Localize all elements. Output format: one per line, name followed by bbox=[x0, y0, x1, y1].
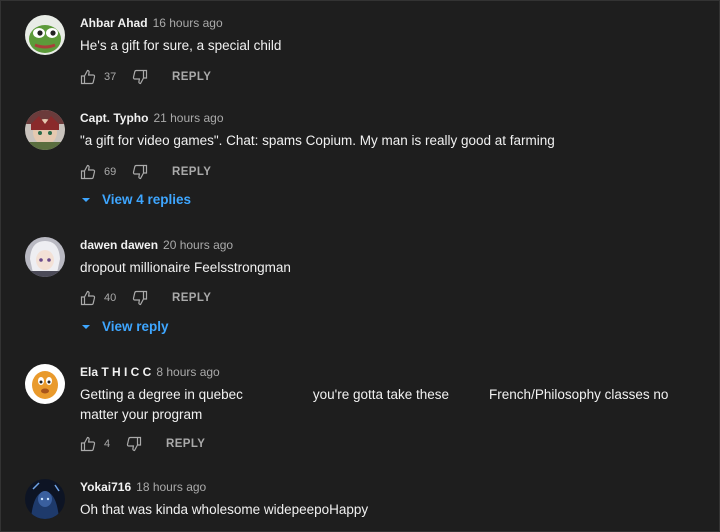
comment-actions: 37 REPLY bbox=[80, 69, 211, 85]
comment-meta: Ela T H I C C 8 hours ago bbox=[80, 364, 220, 380]
dark-blue-character-icon bbox=[25, 479, 65, 519]
comment-author[interactable]: Ahbar Ahad bbox=[80, 16, 148, 30]
thumbs-down-icon[interactable] bbox=[132, 164, 148, 180]
comment-text: "a gift for video games". Chat: spams Co… bbox=[80, 133, 555, 148]
comment-meta: Ahbar Ahad 16 hours ago bbox=[80, 15, 223, 31]
comment-actions: 4 REPLY bbox=[80, 436, 205, 452]
comment-text: Oh that was kinda wholesome widepeepoHap… bbox=[80, 502, 369, 517]
reply-button[interactable]: REPLY bbox=[172, 292, 211, 304]
view-replies-button[interactable]: View reply bbox=[80, 319, 169, 334]
comment-author[interactable]: dawen dawen bbox=[80, 238, 158, 252]
view-replies-button[interactable]: View 4 replies bbox=[80, 192, 191, 207]
comment-text-line2: matter your program bbox=[80, 407, 203, 422]
avatar[interactable] bbox=[25, 479, 65, 519]
like-count: 69 bbox=[104, 166, 117, 178]
thumbs-up-icon[interactable] bbox=[80, 164, 96, 180]
thumbs-down-icon[interactable] bbox=[132, 290, 148, 306]
avatar[interactable] bbox=[25, 364, 65, 404]
comment-actions: 40 REPLY bbox=[80, 290, 211, 306]
comment-author[interactable]: Capt. Typho bbox=[80, 111, 148, 125]
comment-meta: Yokai716 18 hours ago bbox=[80, 479, 206, 495]
view-replies-label: View 4 replies bbox=[102, 192, 192, 207]
chevron-down-icon bbox=[82, 197, 90, 202]
chevron-down-icon bbox=[82, 324, 90, 329]
thumbs-up-icon[interactable] bbox=[80, 290, 96, 306]
comment-text-part: Getting a degree in quebec bbox=[80, 387, 243, 402]
thumbs-down-icon[interactable] bbox=[126, 436, 142, 452]
view-replies-label: View reply bbox=[102, 319, 169, 334]
comment-timestamp[interactable]: 16 hours ago bbox=[153, 16, 223, 30]
reply-button[interactable]: REPLY bbox=[172, 166, 211, 178]
like-count: 37 bbox=[104, 71, 117, 83]
thumbs-down-icon[interactable] bbox=[132, 69, 148, 85]
comment-timestamp[interactable]: 18 hours ago bbox=[136, 480, 206, 494]
anime-character-icon bbox=[25, 110, 65, 150]
thumbs-up-icon[interactable] bbox=[80, 69, 96, 85]
comment-meta: Capt. Typho 21 hours ago bbox=[80, 110, 224, 126]
comment-author[interactable]: Yokai716 bbox=[80, 480, 131, 494]
comment-text: dropout millionaire Feelsstrongman bbox=[80, 260, 291, 275]
comment-timestamp[interactable]: 20 hours ago bbox=[163, 238, 233, 252]
comment-text: He's a gift for sure, a special child bbox=[80, 38, 282, 53]
comment-text-part: French/Philosophy classes no bbox=[489, 387, 669, 402]
pepe-frog-icon bbox=[25, 15, 65, 55]
comment-meta: dawen dawen 20 hours ago bbox=[80, 237, 233, 253]
comment-timestamp[interactable]: 8 hours ago bbox=[156, 365, 219, 379]
comments-panel: Ahbar Ahad 16 hours ago He's a gift for s… bbox=[0, 0, 720, 532]
comment-author[interactable]: Ela T H I C C bbox=[80, 365, 151, 379]
thumbs-up-icon[interactable] bbox=[80, 436, 96, 452]
like-count: 40 bbox=[104, 292, 117, 304]
orange-cartoon-icon bbox=[25, 364, 65, 404]
avatar[interactable] bbox=[25, 15, 65, 55]
comment-timestamp[interactable]: 21 hours ago bbox=[153, 111, 223, 125]
comment-text-part: you're gotta take these bbox=[312, 387, 450, 402]
comment-text: Getting a degree in quebec you're gotta t… bbox=[80, 385, 668, 405]
comment-actions: 69 REPLY bbox=[80, 164, 211, 180]
reply-button[interactable]: REPLY bbox=[166, 438, 205, 450]
avatar[interactable] bbox=[25, 110, 65, 150]
white-hair-character-icon bbox=[25, 237, 65, 277]
avatar[interactable] bbox=[25, 237, 65, 277]
like-count: 4 bbox=[104, 438, 111, 450]
reply-button[interactable]: REPLY bbox=[172, 71, 211, 83]
